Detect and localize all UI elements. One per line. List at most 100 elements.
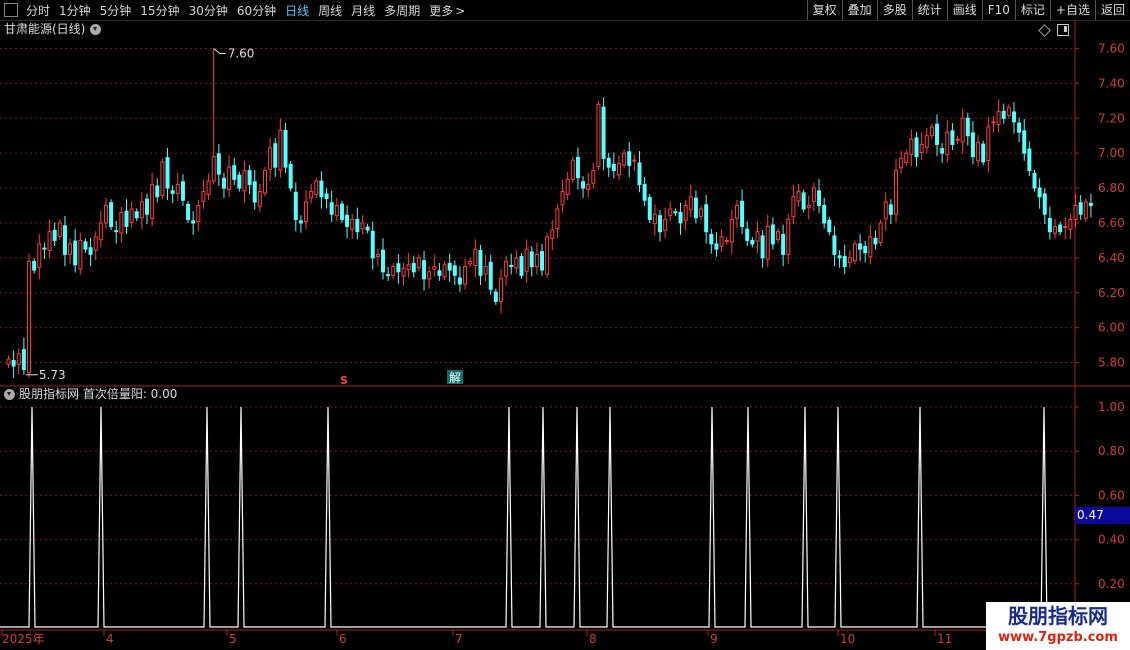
- stock-name-label: 甘肃能源(日线): [4, 22, 86, 36]
- indicator-tick-label: 0.60: [1098, 488, 1125, 502]
- candle-body: [781, 233, 786, 255]
- candle-body: [6, 358, 11, 365]
- period-tabs: 分时 1分钟 5分钟 15分钟 30分钟 60分钟 日线 周线 月线 多周期 更…: [0, 0, 467, 20]
- tab-period[interactable]: 1分钟: [59, 2, 91, 19]
- watermark-logo: 股朋指标网 www.7gpzb.com: [986, 602, 1130, 650]
- tab-period[interactable]: 60分钟: [237, 2, 276, 19]
- fuquan-button[interactable]: 复权: [806, 0, 842, 20]
- candle-body: [52, 229, 57, 241]
- chevron-right-icon: >: [455, 3, 466, 18]
- mark-button[interactable]: 标记: [1014, 0, 1050, 20]
- candle-body: [709, 233, 714, 245]
- candle-body: [57, 222, 62, 237]
- tab-period[interactable]: 15分钟: [140, 2, 179, 19]
- candle-body: [929, 126, 934, 137]
- indicator-title[interactable]: 股朋指标网 首次倍量阳: 0.00: [4, 386, 177, 402]
- candle-body: [221, 177, 226, 189]
- candle-body: [47, 231, 52, 252]
- candle-body: [191, 220, 196, 224]
- tab-period[interactable]: 30分钟: [189, 2, 228, 19]
- tab-more[interactable]: 更多 >: [429, 2, 465, 19]
- candle-body: [581, 181, 586, 189]
- tab-period[interactable]: 月线: [351, 2, 375, 19]
- stock-title[interactable]: 甘肃能源(日线): [4, 21, 102, 37]
- tab-period[interactable]: 5分钟: [100, 2, 132, 19]
- candle-body: [422, 260, 427, 280]
- candle-body: [504, 260, 509, 277]
- candle-body: [309, 191, 314, 199]
- candle-body: [560, 191, 565, 206]
- candle-body: [365, 226, 370, 231]
- candle-body: [776, 231, 780, 241]
- time-tick-label: 8: [589, 632, 597, 646]
- candle-body: [442, 264, 447, 278]
- tab-period[interactable]: 多周期: [384, 2, 420, 19]
- candle-body: [468, 260, 473, 265]
- candle-body: [375, 253, 380, 257]
- candle-body: [314, 180, 319, 195]
- candle-body: [437, 270, 442, 276]
- candle-body: [1078, 202, 1083, 215]
- add-watchlist-button[interactable]: +自选: [1049, 0, 1095, 20]
- tab-period[interactable]: 周线: [318, 2, 342, 19]
- candle-body: [186, 203, 191, 220]
- candle-body: [103, 205, 108, 224]
- candle-body: [878, 222, 883, 244]
- draw-line-button[interactable]: 画线: [946, 0, 982, 20]
- candle-body: [42, 247, 47, 250]
- candle-body: [863, 245, 868, 254]
- candle-body: [888, 204, 893, 215]
- candle-body: [263, 170, 267, 194]
- candle-body: [334, 205, 339, 217]
- candle-body: [119, 211, 124, 234]
- candle-body: [683, 205, 688, 221]
- tab-period[interactable]: 分时: [26, 2, 50, 19]
- candle-body: [488, 261, 493, 290]
- candle-body: [904, 152, 909, 164]
- watermark-url: www.7gpzb.com: [998, 630, 1118, 645]
- candle-body: [386, 274, 391, 277]
- statistics-button[interactable]: 统计: [911, 0, 947, 20]
- candle-body: [832, 235, 837, 255]
- f10-button[interactable]: F10: [981, 0, 1015, 20]
- candle-body: [339, 203, 344, 220]
- back-button[interactable]: 返回: [1094, 0, 1130, 20]
- candle-body: [519, 255, 524, 276]
- candle-body: [642, 184, 647, 201]
- price-tick-label: 6.00: [1098, 321, 1125, 335]
- candle-body: [806, 205, 811, 209]
- tab-period-daily[interactable]: 日线: [285, 2, 309, 19]
- candle-body: [1047, 217, 1052, 233]
- candle-body: [514, 257, 519, 269]
- candle-body: [278, 129, 283, 171]
- toolbar-box-icon[interactable]: [4, 3, 18, 17]
- candle-body: [555, 208, 560, 230]
- candle-body: [524, 248, 529, 272]
- candle-body: [11, 359, 16, 367]
- marker-jie: 解: [449, 371, 461, 385]
- candle-body: [463, 266, 468, 285]
- candle-body: [124, 210, 129, 227]
- candle-body: [447, 262, 452, 271]
- chevron-down-icon[interactable]: [90, 23, 102, 35]
- candle-body: [755, 231, 760, 242]
- candle-body: [93, 236, 98, 251]
- candle-body: [298, 220, 303, 224]
- candle-body: [719, 236, 724, 247]
- candle-body: [791, 196, 796, 218]
- candle-body: [852, 243, 857, 262]
- candle-body: [760, 235, 765, 259]
- diamond-icon[interactable]: [1038, 23, 1051, 37]
- candle-body: [745, 228, 750, 241]
- multi-stock-button[interactable]: 多股: [876, 0, 912, 20]
- window-toggle-icon[interactable]: [1057, 24, 1069, 36]
- kline-chart[interactable]: 7.60 7.40 7.20 7.00 6.80 6.60 6.40 6.20 6.00 5.80…: [0, 21, 1130, 650]
- overlay-button[interactable]: 叠加: [841, 0, 877, 20]
- chevron-down-icon[interactable]: [4, 388, 15, 400]
- candle-body: [914, 137, 919, 158]
- candle-body: [981, 143, 986, 163]
- candle-body: [786, 218, 791, 255]
- candle-body: [883, 201, 888, 220]
- candle-body: [452, 265, 457, 276]
- candle-body: [478, 250, 483, 276]
